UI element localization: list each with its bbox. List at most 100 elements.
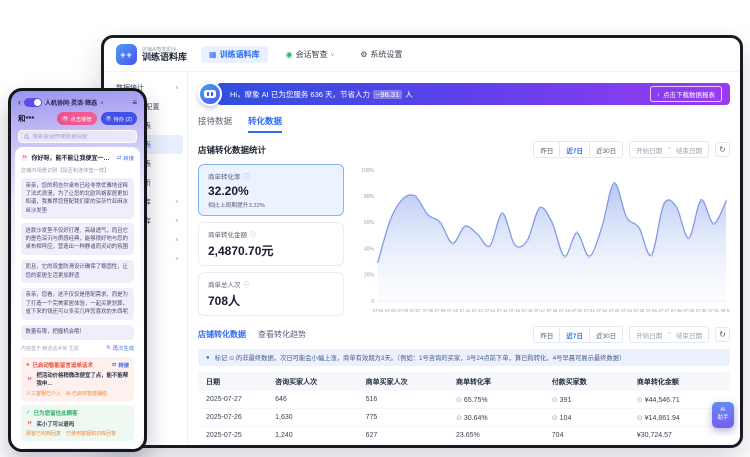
ai-assistant-floating-button[interactable]: AI 助手	[712, 402, 734, 428]
table-cell: ¥13,136.78	[629, 444, 730, 446]
menu-icon[interactable]: ≡	[132, 98, 137, 107]
refresh-icon[interactable]: ↻	[715, 142, 730, 157]
svg-text:07-10: 07-10	[447, 308, 458, 313]
search-bar[interactable]	[18, 130, 137, 143]
warning-dot-icon: ●	[26, 362, 29, 368]
search-icon	[24, 134, 30, 140]
chevron-icon: ∧	[175, 199, 179, 205]
area-chart-svg: 020%40%60%80%100%07-0407-0507-0607-0707-…	[352, 164, 730, 316]
stat-card-商单总人次[interactable]: 商单总人次ⓘ708人	[198, 272, 344, 316]
ai-message-bubble: 亲亲，您看，这不仅仅是搭配需求，而是为了打造一个完美家居体验，一起买更划算，省下…	[21, 288, 134, 320]
stat-label: 商单转化金额ⓘ	[208, 229, 334, 239]
data-tabs: 接待数据转化数据	[198, 115, 730, 133]
svg-text:07-11: 07-11	[460, 308, 471, 313]
info-icon: ⓘ	[250, 230, 256, 239]
svg-text:0: 0	[371, 299, 374, 305]
stat-label-text: 商单总人次	[208, 279, 241, 289]
column-header-付款买家数: 付款买家数	[544, 372, 629, 391]
range-button-近7日[interactable]: 近7日	[560, 327, 590, 342]
human-badge: H	[26, 421, 33, 427]
table-row: 2025-07-27646516⊙65.75%⊙391⊙¥44,546.71	[198, 391, 730, 409]
search-input[interactable]	[33, 134, 131, 140]
range-button-近7日[interactable]: 近7日	[560, 142, 590, 157]
table-cell: 1,630	[267, 409, 357, 427]
alert-status: 人工客服已介入 AI 已启动智能辅助	[26, 390, 129, 397]
info-dot-icon: ●	[206, 355, 210, 361]
download-icon: ↓	[657, 91, 660, 98]
phone-window: ‹ 人机协同·灵活·筛选 ∨ ≡ 和*** H 点击接管 ≡ 待办 (2)	[8, 88, 147, 452]
conversion-table-panel: 店铺转化数据查看转化趋势 昨日近7日近30日 开始日期 ~ 结束日期 ↻ ● 标…	[198, 326, 730, 445]
svg-text:07-21: 07-21	[584, 308, 595, 313]
svg-text:07-04: 07-04	[373, 308, 384, 313]
date-range-picker[interactable]: 开始日期 ~ 结束日期	[629, 141, 709, 158]
table-row: 2025-07-241,39234545.51%134¥13,136.78	[198, 444, 730, 446]
column-header-咨询买家人次: 咨询买家人次	[267, 372, 357, 391]
column-header-商单转化率: 商单转化率	[448, 372, 544, 391]
tab-转化数据[interactable]: 转化数据	[248, 115, 282, 133]
table-cell: 134	[544, 444, 629, 446]
dashboard-window: ++ 店铺AI智能助手 训练语料库 ▦训练语料库◉会话智查∨⚙系统设置 数据统计…	[101, 35, 743, 448]
range-button-近30日[interactable]: 近30日	[590, 327, 622, 342]
ai-message-bubble: 而且，它的双重防滑设计确保了稳固性，让您的家居生活更加舒适	[21, 260, 134, 284]
transfer-button[interactable]: ⇄ 转接	[112, 361, 129, 369]
table-row: 2025-07-261,630775⊙30.64%⊙104⊙¥14,861.94	[198, 409, 730, 427]
regenerate-button[interactable]: ↻ 再次生成	[106, 344, 134, 352]
chevron-down-icon[interactable]: ∨	[100, 100, 104, 106]
svg-text:08-01: 08-01	[721, 308, 730, 313]
nav-item-会话智查[interactable]: ◉会话智查∨	[278, 46, 343, 63]
stat-label: 商单转化率ⓘ	[208, 171, 334, 181]
alert-retained: ✓ 已为您留住此顾客 H 买小了可以退吗 顾客已收到回复 已使用客服知识库回答	[21, 405, 134, 441]
range-filter: 昨日近7日近30日	[533, 326, 623, 343]
tab-接待数据[interactable]: 接待数据	[198, 115, 232, 133]
greeting-banner: Hi，摩象 AI 已为您服务 636 天，节省人力 ~98.31 人 ↓ 点击下…	[217, 83, 730, 105]
ai-loading-card: 正在请求AI大模型…	[21, 448, 134, 452]
nav-item-系统设置[interactable]: ⚙系统设置	[352, 46, 410, 63]
takeover-button[interactable]: H 点击接管	[57, 112, 97, 125]
tab-查看转化趋势[interactable]: 查看转化趋势	[258, 329, 306, 340]
table-cell: 23.65%	[448, 427, 544, 444]
stat-card-商单转化率[interactable]: 商单转化率ⓘ32.20%相比上周期提升3.22%	[198, 164, 344, 216]
range-button-昨日[interactable]: 昨日	[534, 327, 560, 342]
table-cell: ⊙391	[544, 391, 629, 409]
panel-title: 店铺转化数据统计	[198, 144, 266, 156]
generated-note: 内容基于 精选话术库 生成	[21, 345, 79, 352]
transfer-button[interactable]: ⇄ 转接	[117, 154, 134, 162]
svg-text:07-31: 07-31	[708, 308, 719, 313]
svg-text:07-24: 07-24	[621, 308, 632, 313]
range-button-近30日[interactable]: 近30日	[590, 142, 622, 157]
svg-text:07-05: 07-05	[385, 308, 396, 313]
todo-button[interactable]: ≡ 待办 (2)	[101, 112, 137, 125]
svg-text:07-09: 07-09	[435, 308, 446, 313]
tab-店铺转化数据[interactable]: 店铺转化数据	[198, 329, 246, 340]
range-button-昨日[interactable]: 昨日	[534, 142, 560, 157]
svg-text:07-28: 07-28	[671, 308, 682, 313]
stat-card-商单转化金额[interactable]: 商单转化金额ⓘ2,4870.70元	[198, 222, 344, 266]
svg-text:07-27: 07-27	[658, 308, 669, 313]
table-cell: 1,240	[267, 427, 357, 444]
conversion-table: 日期咨询买家人次商单买家人次商单转化率付款买家数商单转化金额 2025-07-2…	[198, 372, 730, 445]
svg-text:07-18: 07-18	[547, 308, 558, 313]
ai-message-bubble: 这款沙发垫不仅好打理、高级透气，而且它的墨色深沉与质感经典，能够很好地与您的桌布…	[21, 223, 134, 255]
table-cell: 704	[544, 427, 629, 444]
table-cell: ¥30,724.57	[629, 427, 730, 444]
svg-text:07-22: 07-22	[596, 308, 607, 313]
svg-text:07-26: 07-26	[646, 308, 657, 313]
greeting-banner-row: Hi，摩象 AI 已为您服务 636 天，节省人力 ~98.31 人 ↓ 点击下…	[198, 82, 730, 106]
nav-item-训练语料库[interactable]: ▦训练语料库	[201, 46, 268, 63]
refresh-icon[interactable]: ↻	[715, 327, 730, 342]
pending-flag-icon: ⊙	[552, 415, 558, 422]
download-report-button[interactable]: ↓ 点击下载数据报表	[650, 86, 722, 102]
column-header-商单买家人次: 商单买家人次	[358, 372, 448, 391]
back-icon[interactable]: ‹	[18, 98, 21, 107]
svg-text:20%: 20%	[364, 273, 375, 279]
table-cell: ⊙104	[544, 409, 629, 427]
table-controls: 昨日近7日近30日 开始日期 ~ 结束日期 ↻	[533, 326, 730, 343]
date-range-picker[interactable]: 开始日期 ~ 结束日期	[629, 326, 709, 343]
mode-toggle[interactable]	[24, 98, 42, 107]
top-nav: ▦训练语料库 ◉会话智查∨ ⚙系统设置	[201, 46, 410, 63]
table-cell: 2025-07-27	[198, 391, 267, 409]
human-badge: H	[21, 155, 28, 161]
svg-text:07-08: 07-08	[422, 308, 433, 313]
info-icon: ⓘ	[244, 172, 250, 181]
svg-text:07-06: 07-06	[397, 308, 408, 313]
